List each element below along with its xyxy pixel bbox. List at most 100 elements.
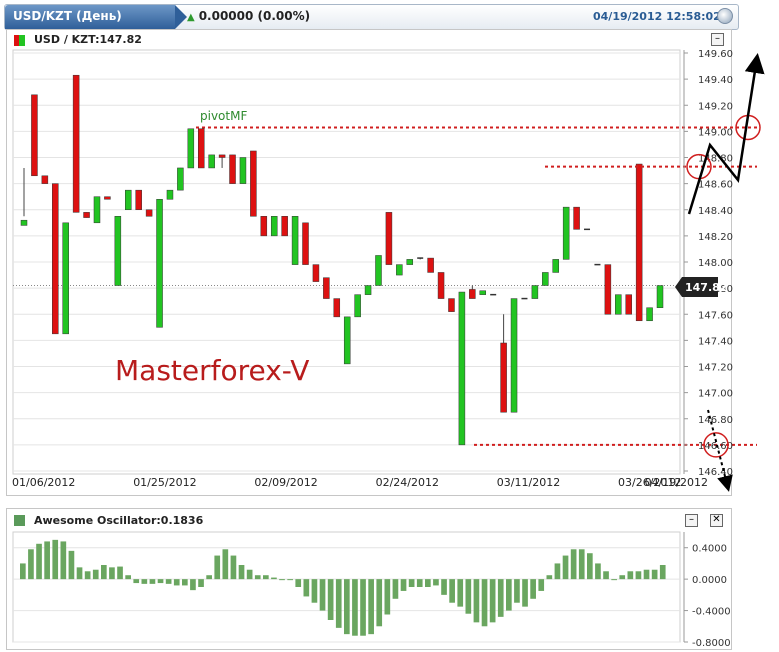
pivot-label: pivotMF: [200, 109, 247, 123]
price-grid: [12, 49, 681, 475]
y-tick-label: 147.20: [698, 363, 733, 374]
candle-body: [218, 154, 226, 158]
candle-body: [364, 285, 372, 295]
y-tick-label: 149.40: [698, 75, 733, 86]
ao-bar: [595, 563, 601, 580]
candle-body: [396, 264, 403, 276]
ao-bar: [392, 579, 399, 599]
ao-bar: [287, 579, 293, 581]
watermark: Masterforex-V: [115, 354, 309, 387]
ao-bar: [84, 571, 91, 580]
candle-body: [270, 216, 278, 237]
ao-bar: [570, 549, 577, 580]
candle-body: [302, 222, 309, 265]
x-tick-label: 01/25/2012: [133, 476, 196, 489]
ao-bar: [303, 579, 310, 597]
ao-bar: [627, 571, 634, 580]
candle-body: [354, 294, 361, 318]
y-tick-label: 149.60: [698, 49, 733, 60]
ao-bar: [319, 579, 326, 611]
candle-body: [458, 291, 466, 446]
candle-body: [93, 196, 101, 224]
ao-bar: [514, 579, 520, 603]
x-tick-label: 03/11/2012: [497, 476, 560, 489]
ao-tick-label: -0.4000: [692, 607, 731, 618]
candle-body: [479, 290, 487, 295]
chart-canvas: 149.60149.40149.20149.00148.80148.60148.…: [12, 49, 765, 649]
ao-bar: [311, 579, 318, 603]
candle-body: [260, 216, 268, 237]
candle-body: [375, 255, 382, 286]
ao-bar: [522, 579, 528, 607]
ao-bar: [611, 579, 617, 581]
candle-body: [281, 216, 288, 237]
candle-body: [135, 189, 142, 210]
ao-bar: [506, 579, 512, 611]
ao-bar: [20, 563, 26, 580]
ao-bar: [52, 539, 59, 580]
ao-bar: [457, 579, 464, 607]
candles: [20, 74, 664, 446]
candle-body: [239, 157, 247, 184]
ao-bar: [157, 579, 164, 584]
oscillator-bars: [20, 539, 666, 636]
candle-body: [197, 128, 205, 169]
candle-body: [448, 298, 455, 312]
candle-body: [62, 222, 69, 335]
ao-bar: [400, 579, 407, 591]
price-axis: 149.60149.40149.20149.00148.80148.60148.…: [683, 49, 733, 478]
candle-body: [552, 259, 559, 273]
ao-bar: [246, 569, 253, 580]
y-tick-label: 147.60: [698, 310, 733, 321]
ao-bar: [449, 579, 455, 603]
candle-body: [531, 285, 539, 299]
ao-bar: [635, 571, 642, 580]
candle-body: [177, 167, 184, 191]
candle-body: [625, 294, 632, 315]
y-tick-label: 147.40: [698, 336, 733, 347]
candle-body: [125, 189, 132, 210]
ao-bar: [416, 579, 423, 587]
ao-bar: [335, 579, 342, 628]
candle-body: [72, 74, 80, 213]
candle-body: [31, 94, 38, 177]
last-price-label: 147.82: [685, 281, 727, 294]
ao-bar: [295, 579, 302, 587]
candle-body: [500, 342, 507, 413]
x-tick-label: 04/19/2012: [645, 476, 708, 489]
candle-body: [635, 163, 643, 322]
candle-body: [104, 196, 111, 200]
ao-bar: [44, 541, 50, 580]
ao-bar: [198, 579, 204, 587]
candle-body: [114, 216, 122, 286]
ao-bar: [125, 575, 131, 580]
ao-bar: [263, 575, 269, 580]
ao-bar: [376, 579, 383, 627]
ao-bar: [117, 566, 123, 580]
candle-body: [604, 264, 612, 315]
ao-bar: [441, 579, 447, 595]
y-tick-label: 146.80: [698, 415, 733, 426]
ao-bar: [133, 579, 140, 584]
ao-bar: [230, 555, 237, 580]
candle-body: [166, 189, 174, 200]
ao-bar: [182, 579, 188, 586]
ao-bar: [368, 579, 374, 635]
ao-bar: [352, 579, 358, 636]
candle-body: [156, 199, 163, 328]
ao-bar: [643, 569, 650, 580]
y-tick-label: 149.00: [698, 127, 733, 138]
x-tick-label: 01/06/2012: [12, 476, 75, 489]
ao-bar: [578, 549, 585, 580]
candle-body: [187, 128, 195, 169]
ao-bar: [473, 579, 480, 623]
ao-bar: [546, 575, 553, 580]
ao-bar: [238, 565, 245, 580]
candle-body: [406, 259, 414, 265]
ao-bar: [587, 553, 593, 580]
ao-bar: [562, 555, 569, 580]
candle-body: [250, 150, 257, 217]
ao-tick-label: 0.0000: [692, 575, 727, 586]
x-tick-label: 02/09/2012: [254, 476, 317, 489]
ao-bar: [254, 575, 261, 580]
